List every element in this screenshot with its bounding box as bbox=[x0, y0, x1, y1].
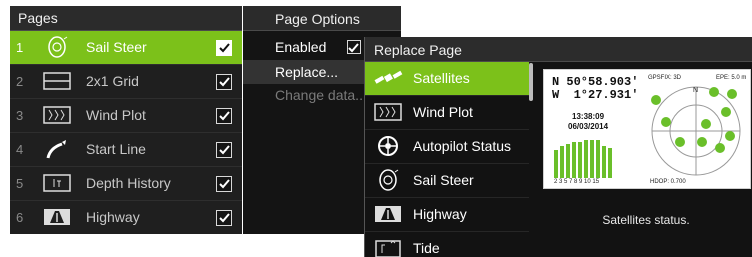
start-line-icon bbox=[42, 138, 72, 160]
pages-header: Pages bbox=[10, 6, 242, 31]
signal-bar bbox=[590, 140, 594, 178]
page-options-header: Page Options bbox=[243, 6, 401, 31]
replace-item-highway[interactable]: Highway bbox=[365, 198, 529, 232]
autopilot-icon bbox=[373, 135, 403, 157]
replace-item-sail-steer[interactable]: Sail Steer bbox=[365, 164, 529, 198]
satellite-marker bbox=[697, 137, 707, 147]
page-number: 3 bbox=[16, 108, 24, 123]
pages-panel: Pages 1 Sail Steer 2 2x1 Grid 3 Wind Plo… bbox=[10, 6, 242, 234]
replace-item-label: Highway bbox=[413, 206, 467, 222]
signal-bar bbox=[602, 146, 606, 178]
page-checkbox[interactable] bbox=[216, 108, 232, 124]
sail-steer-icon bbox=[42, 36, 72, 58]
replace-item-wind-plot[interactable]: Wind Plot bbox=[365, 96, 529, 130]
replace-item-satellites[interactable]: Satellites bbox=[365, 62, 529, 96]
page-row-2x1-grid[interactable]: 2 2x1 Grid bbox=[10, 65, 242, 99]
page-number: 6 bbox=[16, 210, 24, 225]
signal-bar bbox=[596, 140, 600, 178]
longitude: W 1°27.931' bbox=[552, 88, 639, 102]
satellites-preview: N 50°58.903' W 1°27.931' 13:38:09 06/03/… bbox=[543, 69, 751, 189]
page-label: 2x1 Grid bbox=[86, 73, 139, 89]
option-replace-label: Replace... bbox=[275, 64, 339, 80]
page-row-depth-history[interactable]: 5 Depth History bbox=[10, 167, 242, 201]
replace-page-title: Replace Page bbox=[374, 42, 462, 58]
date: 06/03/2014 bbox=[568, 122, 609, 131]
option-change-data-label: Change data... bbox=[275, 87, 367, 103]
replace-page-panel: Replace Page Satellites Wind Plot Autopi… bbox=[364, 37, 752, 257]
page-row-highway[interactable]: 6 Highway bbox=[10, 201, 242, 234]
signal-bar bbox=[566, 144, 570, 178]
signal-axis-labels: 2 3 5 7 8 9 10 15 bbox=[554, 179, 600, 185]
satellite-marker bbox=[725, 131, 735, 141]
replace-list-scrollbar[interactable] bbox=[529, 63, 533, 101]
page-checkbox[interactable] bbox=[216, 74, 232, 90]
option-enabled-label: Enabled bbox=[275, 39, 327, 55]
page-number: 4 bbox=[16, 142, 24, 157]
enabled-checkbox[interactable] bbox=[347, 40, 361, 54]
satellite-marker bbox=[651, 95, 661, 105]
page-checkbox[interactable] bbox=[216, 210, 232, 226]
highway-icon bbox=[42, 206, 72, 228]
sail-steer-icon bbox=[373, 169, 403, 191]
replace-status-text: Satellites status. bbox=[602, 213, 690, 227]
page-label: Start Line bbox=[86, 141, 146, 157]
page-options-title: Page Options bbox=[275, 11, 360, 27]
satellite-marker bbox=[721, 107, 731, 117]
satellite-marker bbox=[727, 89, 737, 99]
wind-plot-icon bbox=[42, 104, 72, 126]
north-label: N bbox=[693, 87, 698, 94]
page-checkbox[interactable] bbox=[216, 176, 232, 192]
signal-bar bbox=[554, 150, 558, 178]
signal-bar bbox=[578, 142, 582, 178]
page-checkbox[interactable] bbox=[216, 40, 232, 56]
skyplot: N bbox=[651, 86, 741, 176]
time-date: 13:38:09 06/03/2014 bbox=[568, 112, 608, 132]
page-row-sail-steer[interactable]: 1 Sail Steer bbox=[10, 31, 242, 65]
page-number: 5 bbox=[16, 176, 24, 191]
satellite-marker bbox=[709, 87, 719, 97]
satellite-marker bbox=[701, 119, 711, 129]
grid-icon bbox=[42, 70, 72, 92]
replace-item-autopilot-status[interactable]: Autopilot Status bbox=[365, 130, 529, 164]
replace-page-header: Replace Page bbox=[365, 37, 752, 62]
highway-icon bbox=[373, 203, 403, 225]
satellite-icon bbox=[373, 67, 403, 89]
depth-history-icon bbox=[42, 172, 72, 194]
gps-fix: GPSFIX: 3D bbox=[648, 75, 682, 81]
page-row-start-line[interactable]: 4 Start Line bbox=[10, 133, 242, 167]
page-row-wind-plot[interactable]: 3 Wind Plot bbox=[10, 99, 242, 133]
replace-item-label: Satellites bbox=[413, 70, 470, 86]
replace-item-label: Wind Plot bbox=[413, 104, 473, 120]
wind-plot-icon bbox=[373, 101, 403, 123]
page-checkbox[interactable] bbox=[216, 142, 232, 158]
page-number: 1 bbox=[16, 40, 24, 55]
signal-bar bbox=[608, 148, 612, 178]
signal-bar bbox=[572, 142, 576, 178]
position-readout: N 50°58.903' W 1°27.931' bbox=[552, 76, 638, 102]
pages-title: Pages bbox=[18, 10, 58, 26]
satellite-marker bbox=[715, 143, 725, 153]
replace-item-label: Tide bbox=[413, 240, 440, 256]
page-label: Wind Plot bbox=[86, 107, 146, 123]
tide-icon bbox=[373, 237, 403, 257]
replace-item-tide[interactable]: Tide bbox=[365, 232, 529, 257]
signal-bar bbox=[584, 140, 588, 178]
satellite-marker bbox=[675, 137, 685, 147]
satellite-marker bbox=[661, 117, 671, 127]
replace-item-label: Autopilot Status bbox=[413, 138, 512, 154]
page-label: Sail Steer bbox=[86, 39, 147, 55]
replace-item-label: Sail Steer bbox=[413, 172, 474, 188]
page-number: 2 bbox=[16, 74, 24, 89]
epe: EPE: 5.0 m bbox=[716, 75, 747, 81]
page-label: Depth History bbox=[86, 175, 171, 191]
signal-bar bbox=[560, 146, 564, 178]
page-label: Highway bbox=[86, 209, 140, 225]
time: 13:38:09 bbox=[572, 112, 605, 121]
